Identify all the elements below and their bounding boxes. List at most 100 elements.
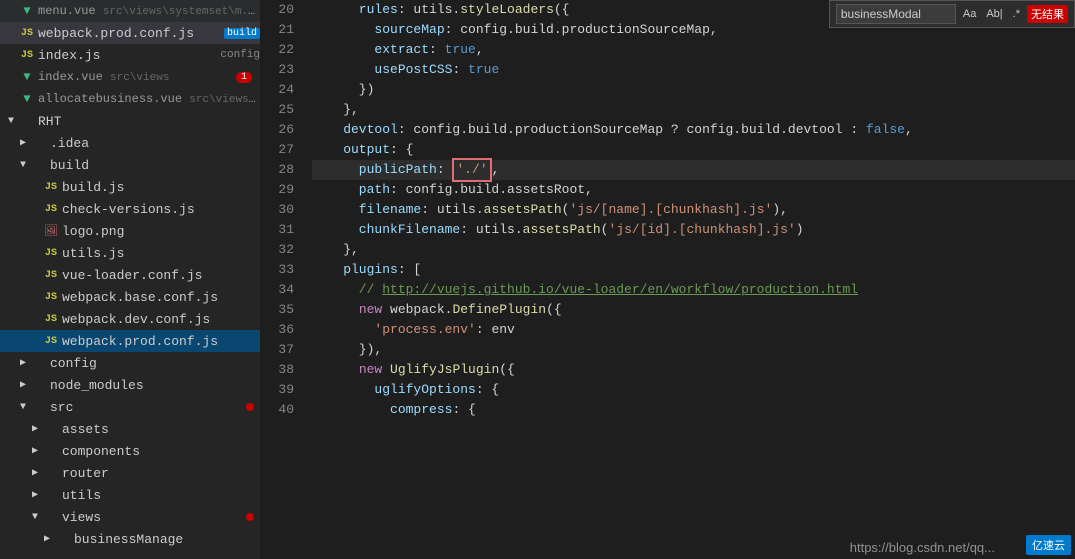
code-token: }, [312, 100, 359, 120]
sidebar-item-webpack-dev-conf-js[interactable]: JSwebpack.dev.conf.js [0, 308, 260, 330]
code-line: }) [312, 80, 1075, 100]
sidebar-item-build-js[interactable]: JSbuild.js [0, 176, 260, 198]
code-token: styleLoaders [460, 0, 554, 20]
editor-area: Aa Ab| .* 无结果 20212223242526272829303132… [260, 0, 1075, 559]
sidebar-item-menu-vue[interactable]: ▼menu.vue src\views\systemset\m... [0, 0, 260, 22]
line-number: 24 [260, 80, 294, 100]
arrow-icon: ▶ [40, 533, 54, 545]
code-token: false [866, 120, 905, 140]
sidebar-item-config[interactable]: ▶config [0, 352, 260, 374]
code-token: }) [312, 80, 374, 100]
sidebar-item-webpack-base-conf-js[interactable]: JSwebpack.base.conf.js [0, 286, 260, 308]
search-regex-btn[interactable]: .* [1010, 7, 1023, 21]
line-number: 28 [260, 160, 294, 180]
sidebar-item-views[interactable]: ▼views [0, 506, 260, 528]
sidebar-item-allocatebusiness-vue[interactable]: ▼allocatebusiness.vue src\views\... [0, 88, 260, 110]
line-number: 20 [260, 0, 294, 20]
arrow-icon: ▶ [16, 357, 30, 369]
search-input[interactable] [836, 4, 956, 24]
code-token: webpack. [382, 300, 452, 320]
code-token: new [359, 300, 382, 320]
code-token: : utils. [398, 0, 460, 20]
code-token: config.build.devtool [679, 120, 851, 140]
code-token: DefinePlugin [452, 300, 546, 320]
line-number: 34 [260, 280, 294, 300]
arrow-icon: ▶ [28, 489, 42, 501]
js-icon: JS [18, 50, 36, 61]
line-numbers: 2021222324252627282930313233343536373839… [260, 0, 302, 559]
code-token: UglifyJsPlugin [390, 360, 499, 380]
sidebar-item-utils-js[interactable]: JSutils.js [0, 242, 260, 264]
code-line: compress: { [312, 400, 1075, 420]
sidebar-item-assets[interactable]: ▶ assets [0, 418, 260, 440]
code-token: chunkFilename [312, 220, 460, 240]
sidebar-item-label: utils.js [62, 246, 260, 261]
sidebar-item-rht[interactable]: ▼RHT [0, 110, 260, 132]
sidebar-item-label: router [62, 466, 260, 481]
js-icon: JS [42, 314, 60, 325]
line-number: 26 [260, 120, 294, 140]
code-token: 'process.env' [374, 320, 475, 340]
code-token: , [476, 40, 484, 60]
code-token: : [437, 160, 453, 180]
code-token: : [452, 60, 468, 80]
line-number: 32 [260, 240, 294, 260]
code-token: : { [476, 380, 499, 400]
sidebar-item-check-versions-js[interactable]: JScheck-versions.js [0, 198, 260, 220]
code-line: output: { [312, 140, 1075, 160]
search-case-btn[interactable]: Aa [960, 7, 979, 21]
sidebar-item-index-vue[interactable]: ▼index.vue src\views1 [0, 66, 260, 88]
arrow-icon: ▶ [28, 423, 42, 435]
sidebar-item-build[interactable]: ▼build [0, 154, 260, 176]
code-token [382, 360, 390, 380]
line-number: 36 [260, 320, 294, 340]
js-icon: JS [42, 270, 60, 281]
badge-build: build [224, 28, 260, 39]
sidebar-item-idea[interactable]: ▶.idea [0, 132, 260, 154]
arrow-icon: ▶ [16, 379, 30, 391]
sidebar-item-utils[interactable]: ▶utils [0, 484, 260, 506]
editor-content: Aa Ab| .* 无结果 20212223242526272829303132… [260, 0, 1075, 559]
search-word-btn[interactable]: Ab| [983, 7, 1005, 21]
sidebar-item-node-modules[interactable]: ▶node_modules [0, 374, 260, 396]
code-line: extract: true, [312, 40, 1075, 60]
no-result-badge: 无结果 [1027, 5, 1068, 23]
vue-icon: ▼ [18, 4, 36, 18]
sidebar-item-businessmanage[interactable]: ▶businessManage [0, 528, 260, 550]
code-token: , [492, 160, 500, 180]
logo-badge: 亿速云 [1026, 535, 1071, 555]
sidebar-item-label: index.js [38, 48, 216, 63]
png-icon: 🖼 [42, 224, 60, 238]
sidebar-item-router[interactable]: ▶ router [0, 462, 260, 484]
sidebar-item-label: logo.png [62, 224, 260, 239]
line-number: 33 [260, 260, 294, 280]
code-token: : { [452, 400, 475, 420]
arrow-icon: ▶ [28, 467, 42, 479]
sidebar-item-webpack-prod[interactable]: JSwebpack.prod.conf.jsbuild [0, 22, 260, 44]
code-line: devtool: config.build.productionSourceMa… [312, 120, 1075, 140]
badge-config: config [220, 49, 260, 61]
search-overlay: Aa Ab| .* 无结果 [829, 0, 1075, 28]
sidebar-item-webpack-prod-conf-js-tree[interactable]: JSwebpack.prod.conf.js [0, 330, 260, 352]
code-token: : utils. [421, 200, 483, 220]
sidebar-item-label: assets [62, 422, 260, 437]
code-token: : [429, 40, 445, 60]
code-token [312, 320, 374, 340]
js-icon: JS [42, 182, 60, 193]
watermark: https://blog.csdn.net/qq... [850, 540, 995, 555]
sidebar-item-vue-loader-conf-js[interactable]: JSvue-loader.conf.js [0, 264, 260, 286]
code-token: ( [601, 220, 609, 240]
sidebar-item-components[interactable]: ▶components [0, 440, 260, 462]
sidebar-item-label: index.vue src\views [38, 70, 236, 84]
sidebar-item-src[interactable]: ▼src [0, 396, 260, 418]
code-token: filename [312, 200, 421, 220]
code-token: true [445, 40, 476, 60]
code-token [312, 300, 359, 320]
code-token: : config.build.productionSourceMap, [445, 20, 718, 40]
code-line: }), [312, 340, 1075, 360]
js-icon: JS [42, 204, 60, 215]
code-token: path [312, 180, 390, 200]
sidebar-item-logo-png[interactable]: 🖼logo.png [0, 220, 260, 242]
sidebar-item-index-js[interactable]: JSindex.js config [0, 44, 260, 66]
line-number: 29 [260, 180, 294, 200]
